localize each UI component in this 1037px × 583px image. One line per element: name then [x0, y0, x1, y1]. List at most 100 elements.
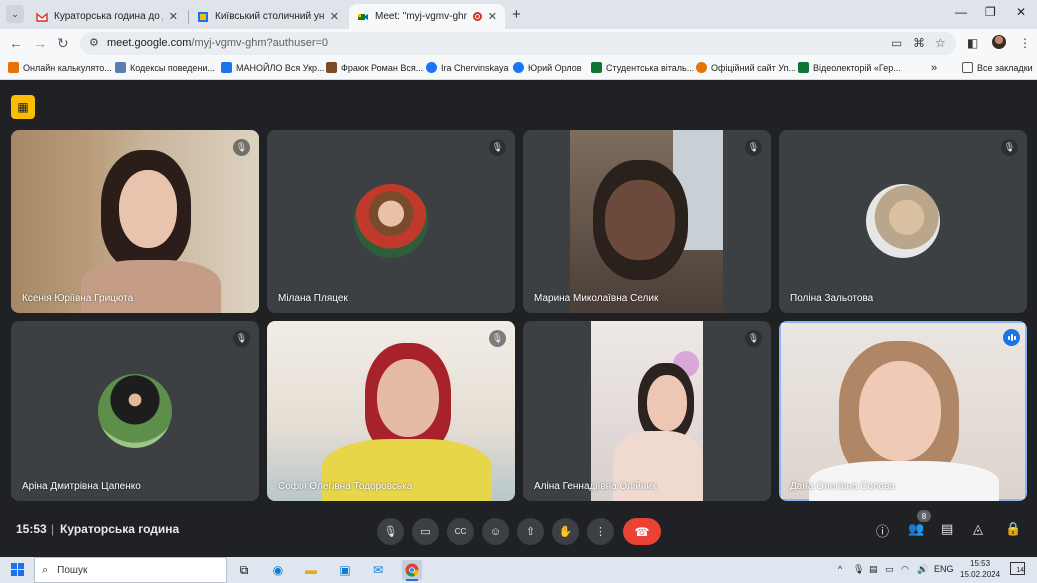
- system-clock[interactable]: 15:53 15.02.2024: [960, 558, 1000, 580]
- profile-avatar[interactable]: [992, 35, 1006, 49]
- tab-title: Meet: "myj-vgmv-ghm": [375, 11, 467, 22]
- translate-icon[interactable]: ⌘: [913, 36, 925, 50]
- meeting-details-icon[interactable]: ⓘ: [876, 521, 889, 540]
- bookmark-item[interactable]: Офіційний сайт Уп...: [696, 62, 796, 73]
- windows-start-icon[interactable]: [11, 563, 24, 576]
- windows-taskbar: ⌕ Пошук ⧉ ◉ ▬ ▣ ✉ ^ 🎙 ▤ ▭ ◠ 🔊 ENG 15:53 …: [0, 557, 1037, 583]
- reload-icon[interactable]: ↻: [57, 35, 69, 52]
- search-placeholder: Пошук: [57, 564, 88, 576]
- bookmark-site-icon: [326, 62, 337, 73]
- mic-off-icon: 🎙: [745, 330, 762, 347]
- leave-call-button[interactable]: ☎: [623, 518, 661, 545]
- close-icon[interactable]: ✕: [488, 10, 497, 23]
- participant-tile[interactable]: 🎙 Мілана Пляцек: [267, 130, 515, 313]
- mail-icon[interactable]: ✉: [368, 560, 388, 580]
- taskbar-search[interactable]: ⌕ Пошук: [34, 557, 227, 583]
- menu-kebab-icon[interactable]: ⋮: [1019, 36, 1031, 50]
- participant-tile[interactable]: 🎙 Поліна Зальотова: [779, 130, 1027, 313]
- camera-button[interactable]: ▭: [412, 518, 439, 545]
- side-panel-icon[interactable]: ◧: [967, 36, 978, 50]
- store-icon[interactable]: ▣: [335, 560, 355, 580]
- tab-title: Кураторська година до Дня в: [54, 11, 163, 22]
- bookmarks-overflow-icon[interactable]: »: [931, 62, 937, 74]
- file-explorer-icon[interactable]: ▬: [301, 560, 321, 580]
- battery-icon[interactable]: ▭: [885, 564, 894, 575]
- mic-off-icon: 🎙: [489, 330, 506, 347]
- language-indicator[interactable]: ENG: [934, 564, 954, 574]
- microphone-button[interactable]: 🎙: [377, 518, 404, 545]
- back-icon[interactable]: ←: [9, 35, 23, 51]
- bookmarks-bar: Онлайн калькулято... Кодексы поведени...…: [0, 58, 1037, 80]
- volume-icon[interactable]: 🔊: [917, 564, 928, 575]
- video-feed: [119, 170, 177, 248]
- forward-icon[interactable]: →: [33, 35, 47, 51]
- participant-tile[interactable]: 🎙 Аліна Геннадіївна Олійник: [523, 321, 771, 501]
- bookmark-item[interactable]: Відеолекторій «Гер...: [798, 62, 901, 73]
- reactions-button[interactable]: ☺: [482, 518, 509, 545]
- bookmark-site-icon: [591, 62, 602, 73]
- avatar: [354, 184, 428, 258]
- captions-icon: CC: [454, 527, 467, 536]
- host-controls-icon[interactable]: 🔒: [1005, 521, 1021, 537]
- facebook-icon: [513, 62, 524, 73]
- tab-meet[interactable]: Meet: "myj-vgmv-ghm" ✕: [349, 4, 505, 29]
- close-icon[interactable]: ✕: [169, 10, 178, 23]
- wifi-icon[interactable]: ◠: [901, 564, 909, 575]
- close-icon[interactable]: ✕: [330, 10, 339, 23]
- raise-hand-button[interactable]: ✋: [552, 518, 579, 545]
- participant-tile-active-speaker[interactable]: Дана Олегівна Сопова: [779, 321, 1027, 501]
- video-feed: [81, 260, 221, 313]
- more-options-button[interactable]: ⋮: [587, 518, 614, 545]
- facebook-icon: [426, 62, 437, 73]
- mic-off-icon: 🎙: [745, 139, 762, 156]
- captions-button[interactable]: CC: [447, 518, 474, 545]
- activities-icon[interactable]: ◬: [973, 521, 983, 537]
- window-close-icon[interactable]: ✕: [1016, 5, 1026, 19]
- notifications-icon[interactable]: 14: [1010, 562, 1025, 575]
- edge-icon[interactable]: ◉: [268, 560, 288, 580]
- all-bookmarks-button[interactable]: Все закладки: [962, 62, 1033, 73]
- participant-tile[interactable]: 🎙 Аріна Дмитрівна Цапенко: [11, 321, 259, 501]
- captions-off-badge-icon[interactable]: ▦: [11, 95, 35, 119]
- microphone-tray-icon[interactable]: 🎙: [853, 564, 864, 575]
- chat-icon[interactable]: ▤: [941, 521, 953, 537]
- site-info-icon[interactable]: ⚙: [89, 36, 99, 49]
- video-feed: [647, 375, 687, 431]
- mic-off-icon: 🎙: [1001, 139, 1018, 156]
- camera-in-use-icon[interactable]: ▭: [891, 36, 902, 50]
- participant-name: Аліна Геннадіївна Олійник: [534, 481, 657, 492]
- bookmark-item[interactable]: Фраюк Роман Вся...: [326, 62, 423, 73]
- bookmark-item[interactable]: Кодексы поведени...: [115, 62, 215, 73]
- speaking-indicator-icon: [1003, 329, 1020, 346]
- bookmark-item[interactable]: МАНОЙЛО Вся Укр...: [221, 62, 325, 73]
- search-icon: ⌕: [42, 563, 49, 576]
- browser-toolbar: ← → ↻ ⚙ meet.google.com/myj-vgmv-ghm?aut…: [0, 29, 1037, 58]
- tab-gmail[interactable]: Кураторська година до Дня в ✕: [28, 4, 186, 29]
- tab-university[interactable]: Київський столичний універс ✕: [189, 4, 347, 29]
- participant-tile[interactable]: 🎙 Марина Миколаївна Селик: [523, 130, 771, 313]
- new-tab-button[interactable]: +: [512, 6, 521, 23]
- bookmark-item[interactable]: Юрий Орлов: [513, 62, 582, 73]
- bookmark-item[interactable]: Онлайн калькулято...: [8, 62, 112, 73]
- university-icon: [198, 11, 208, 22]
- device-tray-icon[interactable]: ▤: [869, 564, 878, 575]
- present-button[interactable]: ⇧: [517, 518, 544, 545]
- bookmark-item[interactable]: Студентська віталь...: [591, 62, 694, 73]
- call-controls-bar: 15:53 | Кураторська година 🎙 ▭ CC ☺ ⇧ ✋ …: [0, 510, 1037, 550]
- mic-off-icon: 🎙: [489, 139, 506, 156]
- people-icon[interactable]: 👥: [908, 521, 924, 537]
- show-hidden-icons-icon[interactable]: ^: [838, 564, 842, 574]
- task-view-icon[interactable]: ⧉: [234, 560, 254, 580]
- participant-tile[interactable]: 🎙 Софія Олегівна Тодоровська: [267, 321, 515, 501]
- minimize-icon[interactable]: —: [955, 5, 967, 19]
- gmail-icon: [36, 12, 48, 22]
- participant-name: Поліна Зальотова: [790, 293, 874, 304]
- address-bar[interactable]: ⚙ meet.google.com/myj-vgmv-ghm?authuser=…: [80, 32, 956, 55]
- maximize-icon[interactable]: ❐: [985, 5, 996, 19]
- tab-search-button[interactable]: ⌄: [6, 5, 24, 23]
- meeting-clock: 15:53: [16, 522, 47, 536]
- participant-tile[interactable]: 🎙 Ксенія Юріївна Грицюта: [11, 130, 259, 313]
- bookmark-star-icon[interactable]: ☆: [935, 36, 946, 50]
- chrome-taskbar-icon[interactable]: [402, 560, 422, 581]
- bookmark-item[interactable]: Ira Chervinskaya: [426, 62, 509, 73]
